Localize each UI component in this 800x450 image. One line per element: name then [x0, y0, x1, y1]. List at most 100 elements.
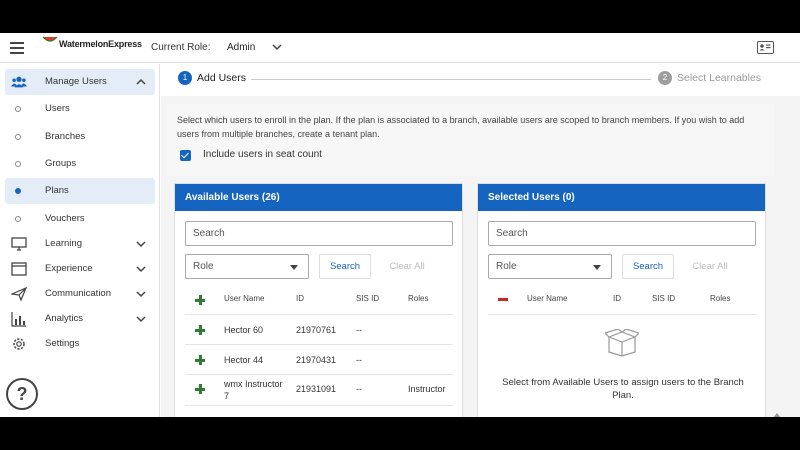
- cell-user-name: wmx Instructor 7: [224, 379, 283, 401]
- bar-chart-icon: [11, 312, 26, 327]
- scroll-up-arrow-icon[interactable]: [773, 413, 781, 417]
- available-users-panel: Available Users (26) Role Search Clear A…: [174, 183, 463, 417]
- sidebar-item-label: Users: [45, 103, 70, 114]
- cell-id: 21970431: [296, 355, 337, 365]
- cell-id: 21931091: [296, 384, 337, 394]
- row-divider: [488, 314, 756, 315]
- sidebar-item-label: Experience: [45, 263, 93, 274]
- watermelon-logo-icon: [42, 36, 58, 42]
- cell-user-name: Hector 44: [224, 355, 264, 365]
- chevron-down-icon: [136, 241, 146, 248]
- sidebar-item-label: Branches: [45, 131, 86, 142]
- cell-sis-id: --: [356, 384, 362, 394]
- help-icon[interactable]: ?: [6, 378, 38, 410]
- chevron-down-icon[interactable]: [272, 42, 282, 52]
- sidebar-item-vouchers[interactable]: Vouchers: [5, 206, 155, 232]
- sidebar: Manage Users Users Branches Groups Plans…: [0, 64, 160, 417]
- profile-card-icon[interactable]: [757, 41, 774, 54]
- col-sis-id: SIS ID: [356, 294, 380, 303]
- sidebar-item-settings[interactable]: Settings: [5, 331, 155, 357]
- add-user-icon[interactable]: [195, 325, 205, 335]
- col-user-name: User Name: [224, 294, 265, 303]
- available-clear-button[interactable]: Clear All: [380, 254, 434, 279]
- chevron-down-icon: [136, 266, 146, 273]
- description-text: Select which users to enroll in the plan…: [177, 115, 745, 139]
- sidebar-item-communication[interactable]: Communication: [5, 281, 155, 307]
- logo-text: WatermelonExpress: [59, 39, 142, 49]
- step-connector: [251, 79, 651, 80]
- col-id: ID: [613, 294, 621, 303]
- sidebar-item-label: Communication: [45, 288, 111, 299]
- role-placeholder: Role: [496, 261, 517, 272]
- window-icon: [11, 262, 27, 276]
- row-divider: [185, 344, 453, 345]
- sidebar-item-branches[interactable]: Branches: [5, 124, 155, 150]
- bullet-icon: [15, 216, 21, 222]
- sidebar-item-label: Manage Users: [45, 76, 107, 87]
- selected-search-button[interactable]: Search: [622, 254, 674, 279]
- selected-clear-button[interactable]: Clear All: [683, 254, 737, 279]
- sidebar-item-plans[interactable]: Plans: [5, 178, 155, 204]
- panel-title: Selected Users (0): [478, 184, 765, 211]
- sidebar-item-label: Analytics: [45, 313, 84, 324]
- available-search-button[interactable]: Search: [319, 254, 371, 279]
- empty-state-text: Select from Available Users to assign us…: [502, 377, 744, 401]
- sidebar-item-analytics[interactable]: Analytics: [5, 306, 155, 332]
- remove-all-icon[interactable]: [498, 298, 508, 301]
- caret-down-icon: [290, 265, 298, 270]
- cell-roles: Instructor: [408, 384, 446, 394]
- sidebar-item-label: Plans: [45, 185, 69, 196]
- description-card: Select which users to enroll in the plan…: [167, 104, 774, 176]
- chevron-up-icon: [136, 78, 146, 85]
- app-screen: WatermelonExpress Current Role: Admin Ma…: [0, 33, 800, 417]
- row-divider: [185, 374, 453, 375]
- row-divider: [185, 314, 453, 315]
- step-2-label[interactable]: Select Learnables: [677, 72, 761, 84]
- chevron-down-icon: [136, 291, 146, 298]
- sidebar-item-users[interactable]: Users: [5, 96, 155, 122]
- add-user-icon[interactable]: [195, 355, 205, 365]
- caret-down-icon: [593, 265, 601, 270]
- selected-search-input[interactable]: [488, 221, 756, 246]
- selected-users-panel: Selected Users (0) Role Search Clear All…: [477, 183, 766, 417]
- role-placeholder: Role: [193, 261, 214, 272]
- stepper: 1 Add Users 2 Select Learnables: [161, 64, 800, 96]
- sidebar-item-experience[interactable]: Experience: [5, 256, 155, 282]
- menu-icon[interactable]: [10, 42, 24, 54]
- available-search-input[interactable]: [185, 221, 453, 246]
- sidebar-item-label: Learning: [45, 238, 82, 249]
- step-1-label: Add Users: [197, 72, 247, 84]
- bullet-icon: [15, 134, 21, 140]
- add-user-icon[interactable]: [195, 384, 205, 394]
- bullet-icon: [15, 106, 21, 112]
- paper-plane-icon: [11, 286, 27, 302]
- col-id: ID: [296, 294, 304, 303]
- selected-role-select[interactable]: Role: [488, 254, 612, 279]
- sidebar-item-manage-users[interactable]: Manage Users: [5, 69, 155, 95]
- cell-id: 21970761: [296, 325, 337, 335]
- cell-sis-id: --: [356, 355, 362, 365]
- bullet-icon: [15, 188, 21, 194]
- step-1-number: 1: [178, 71, 192, 85]
- current-role-select[interactable]: Admin: [227, 42, 255, 53]
- users-icon: [11, 76, 27, 88]
- sidebar-item-label: Vouchers: [45, 213, 85, 224]
- cell-sis-id: --: [356, 325, 362, 335]
- main-content: 1 Add Users 2 Select Learnables Select w…: [161, 64, 800, 417]
- col-roles: Roles: [710, 294, 731, 303]
- empty-box-icon: [605, 329, 639, 357]
- panel-title: Available Users (26): [175, 184, 462, 211]
- col-user-name: User Name: [527, 294, 568, 303]
- top-header: WatermelonExpress Current Role: Admin: [0, 33, 800, 63]
- add-all-icon[interactable]: [195, 295, 205, 305]
- cell-user-name: Hector 60: [224, 325, 264, 335]
- gear-icon: [13, 338, 25, 350]
- sidebar-item-groups[interactable]: Groups: [5, 151, 155, 177]
- checkbox-label: Include users in seat count: [203, 149, 322, 160]
- sidebar-item-learning[interactable]: Learning: [5, 231, 155, 257]
- col-roles: Roles: [408, 294, 429, 303]
- include-seat-count-checkbox[interactable]: [180, 150, 191, 161]
- available-role-select[interactable]: Role: [185, 254, 309, 279]
- sidebar-item-label: Groups: [45, 158, 77, 169]
- col-sis-id: SIS ID: [652, 294, 676, 303]
